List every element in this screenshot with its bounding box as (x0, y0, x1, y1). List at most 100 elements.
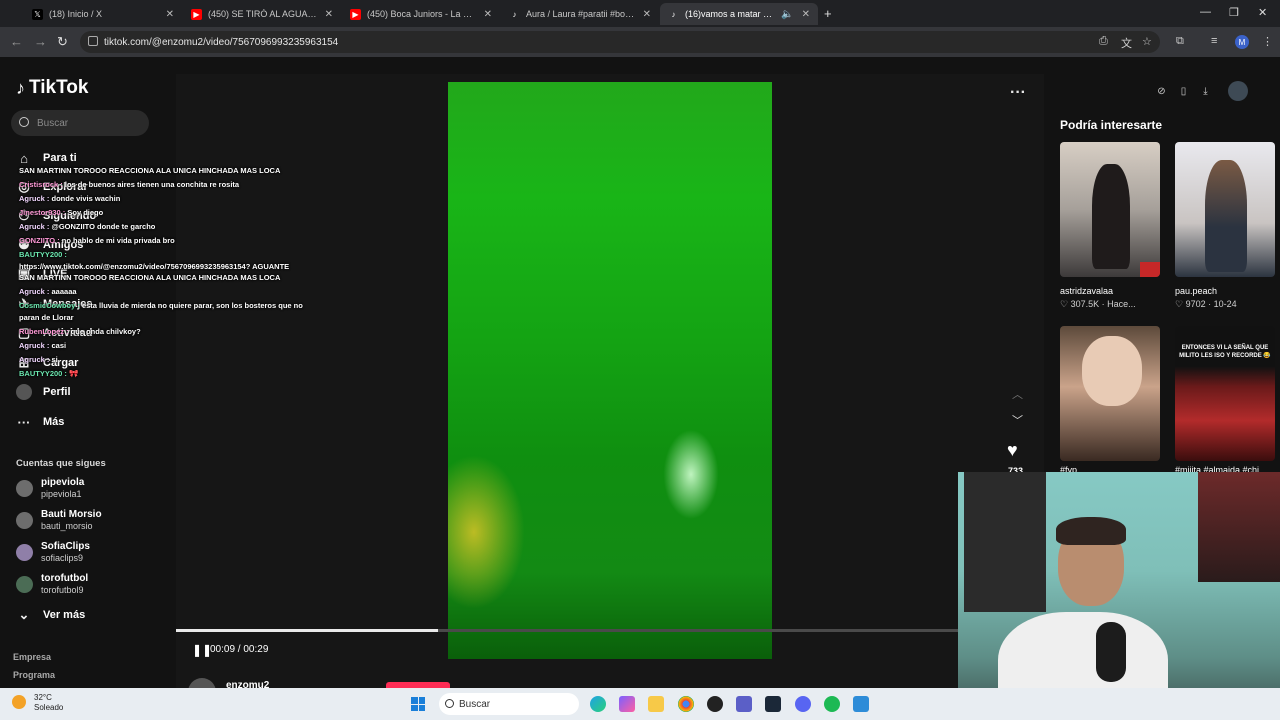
spotify-icon[interactable] (824, 696, 840, 712)
like-heart-icon[interactable]: ♥ (1007, 440, 1018, 461)
tiktok-logo[interactable]: ♪ TikTok (16, 77, 88, 99)
app-icon[interactable] (853, 696, 869, 712)
suggested-video-thumbnail[interactable] (1175, 142, 1275, 277)
device-icon[interactable]: ▯ (1176, 84, 1191, 99)
nav-more[interactable]: ··· Más (16, 412, 65, 432)
following-item[interactable]: SofiaClips sofiaclips9 (16, 541, 90, 564)
install-app-icon[interactable]: ⎙ (1099, 35, 1108, 48)
tab-title: (450) Boca Juniors - La Melodía (367, 9, 478, 19)
url-field[interactable]: tiktok.com/@enzomu2/video/75670969932359… (80, 31, 1160, 53)
webcam-overlay (958, 472, 1280, 720)
tab-x[interactable]: 𝕏 (18) Inicio / X ✕ (24, 3, 182, 25)
more-options-icon[interactable]: ··· (1010, 84, 1026, 102)
footer-link[interactable]: Empresa (13, 652, 51, 662)
reload-button[interactable]: ↻ (57, 34, 68, 50)
see-more-button[interactable]: ⌄ Ver más (16, 605, 86, 625)
chat-message: https://www.tiktok.com/@enzomu2/video/75… (19, 262, 289, 271)
next-video-icon[interactable]: ﹀ (1012, 412, 1023, 428)
maximize-button[interactable]: ❐ (1229, 6, 1239, 19)
suggested-video-thumbnail[interactable] (1060, 326, 1160, 461)
thumbnail-meta: ♡ 307.5K · Hace... (1060, 299, 1136, 309)
streamer-hair (1056, 517, 1126, 545)
thumbnail-caption[interactable]: astridzavalaa (1060, 286, 1113, 296)
teams-icon[interactable] (736, 696, 752, 712)
tab-tiktok-active[interactable]: ♪ (16)vamos a matar un men 🔈 ✕ (660, 3, 818, 25)
background-poster (1198, 472, 1280, 582)
video-frame[interactable] (448, 82, 772, 659)
media-controls-icon[interactable]: ≡ (1211, 35, 1217, 47)
tab-tiktok-aura[interactable]: ♪ Aura / Laura #paratii #boca #ri ✕ (501, 3, 659, 25)
windows-taskbar: 32°C Soleado Buscar (0, 688, 1280, 720)
suggested-video-thumbnail[interactable]: ENTONCES VI LA SEÑAL QUE MILITO LES ISO … (1175, 326, 1275, 461)
steam-icon[interactable] (765, 696, 781, 712)
decor (1140, 262, 1160, 277)
discord-icon[interactable] (795, 696, 811, 712)
close-icon[interactable]: ✕ (325, 9, 333, 20)
nav-label: Para ti (43, 152, 77, 164)
thumbnail-likes: 307.5K (1070, 299, 1100, 309)
obs-icon[interactable] (707, 696, 723, 712)
following-item[interactable]: pipeviola pipeviola1 (16, 477, 84, 500)
stream-chat-overlay: SAN MARTINN TOROOO REACCIONA ALA UNICA H… (19, 166, 319, 381)
thumbnail-overlay-text: ENTONCES VI LA SEÑAL QUE MILITO LES ISO … (1179, 345, 1271, 359)
previous-video-icon[interactable]: ︿ (1012, 386, 1023, 402)
search-input[interactable]: Buscar (11, 110, 149, 136)
chat-user: CosmicCowboy : (19, 301, 80, 310)
windows-start-icon[interactable] (411, 697, 425, 711)
chat-message: Cristisrock : los de buenos aires tienen… (19, 180, 239, 189)
chrome-icon[interactable] (678, 696, 694, 712)
tab-title: (18) Inicio / X (49, 9, 103, 19)
close-icon[interactable]: ✕ (802, 9, 810, 20)
translate-icon[interactable]: 文 (1121, 35, 1132, 51)
progress-bar[interactable] (176, 629, 958, 632)
tiktok-icon: ♪ (671, 9, 676, 19)
following-item[interactable]: torofutbol torofutbol9 (16, 573, 88, 596)
avatar[interactable] (1228, 81, 1248, 101)
suggested-video-thumbnail[interactable] (1060, 142, 1160, 277)
weather-widget[interactable]: 32°C Soleado (12, 693, 63, 713)
profile-avatar[interactable]: M (1235, 35, 1249, 49)
tab-title: (16)vamos a matar un men (685, 9, 775, 19)
tab-title: Aura / Laura #paratii #boca #ri (526, 9, 637, 19)
extensions-icon[interactable]: ⧉ (1176, 35, 1184, 48)
chat-user: BAUTYY200 : (19, 369, 67, 378)
following-item[interactable]: Bauti Morsio bauti_morsio (16, 509, 102, 532)
close-icon[interactable]: ✕ (484, 9, 492, 20)
back-button[interactable]: ← (10, 34, 23, 49)
footer-link[interactable]: Programa (13, 670, 55, 680)
following-section-title: Cuentas que sigues (16, 458, 106, 469)
chat-text: donde vivis wachin (51, 194, 121, 203)
chat-text: @GONZIITO donde te garcho (51, 222, 156, 231)
file-explorer-icon[interactable] (648, 696, 664, 712)
close-icon[interactable]: ✕ (643, 9, 651, 20)
nav-for-you[interactable]: ⌂ Para ti (16, 148, 77, 168)
tab-youtube-1[interactable]: ▶ (450) SE TIRÓ AL AGUA. #futbo ✕ (183, 3, 341, 25)
new-tab-button[interactable]: + (824, 6, 832, 21)
download-icon[interactable]: ⤓ (1198, 84, 1213, 99)
copilot-icon[interactable] (619, 696, 635, 712)
chat-text: 🎀 (69, 369, 79, 378)
minimize-button[interactable]: — (1200, 6, 1211, 18)
chat-text: SAN MARTINN TOROOO REACCIONA ALA UNICA H… (19, 273, 281, 282)
tab-youtube-2[interactable]: ▶ (450) Boca Juniors - La Melodía ✕ (342, 3, 500, 25)
thumbnail-caption[interactable]: pau.peach (1175, 286, 1217, 296)
chat-text: aaaaaa (51, 287, 77, 296)
avatar (16, 576, 33, 593)
chat-message: BAUTYY200 : (19, 250, 67, 259)
forward-button[interactable]: → (34, 34, 47, 49)
youtube-icon: ▶ (191, 8, 202, 20)
close-icon[interactable]: ✕ (166, 9, 174, 20)
chat-user: Agruck : (19, 341, 50, 350)
close-window-button[interactable]: ✕ (1258, 6, 1267, 19)
avatar (16, 544, 33, 561)
bookmark-star-icon[interactable]: ☆ (1142, 35, 1152, 48)
speaker-icon[interactable]: 🔈 (781, 9, 793, 20)
menu-kebab-icon[interactable]: ⋮ (1262, 35, 1273, 48)
edge-icon[interactable] (590, 696, 606, 712)
chat-message: paran de Llorar (19, 313, 74, 322)
nav-profile[interactable]: Perfil (16, 382, 71, 402)
site-info-icon[interactable] (88, 36, 98, 46)
coins-icon[interactable]: ⊘ (1154, 84, 1169, 99)
taskbar-search[interactable]: Buscar (439, 693, 579, 715)
chat-message: Agruck : si (19, 355, 58, 364)
